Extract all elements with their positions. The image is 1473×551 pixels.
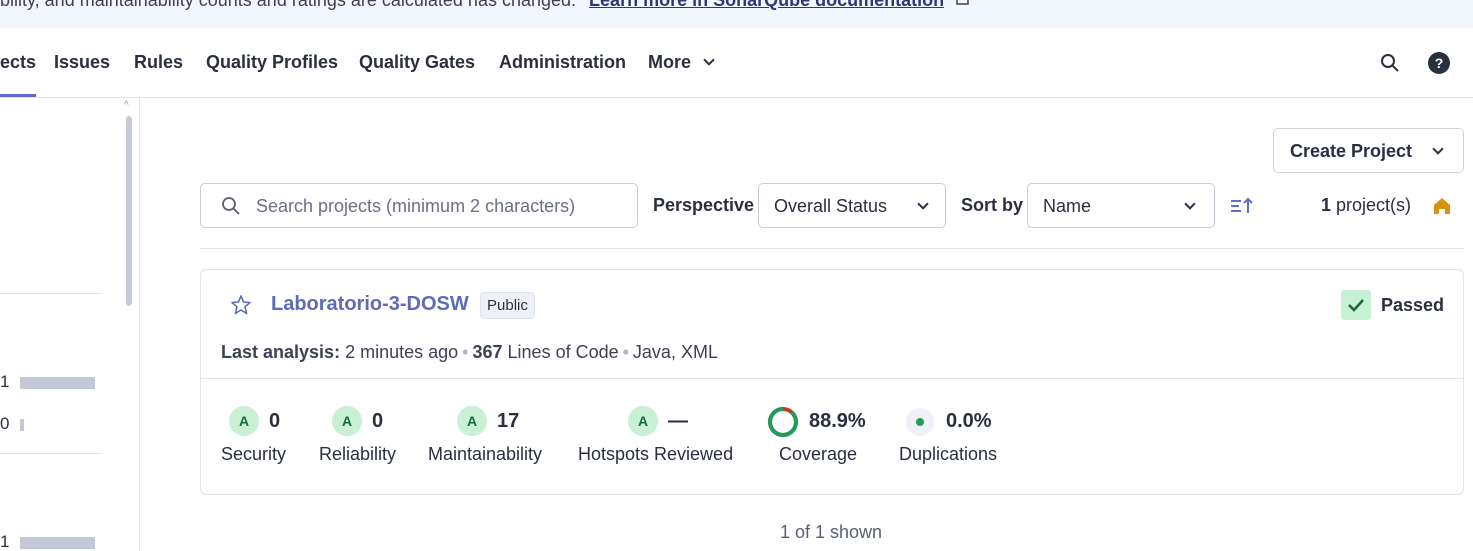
metric-label: Maintainability: [428, 444, 543, 464]
check-icon: [1348, 299, 1364, 312]
rating-badge: A: [628, 406, 658, 436]
quality-gate-badge: [1341, 290, 1371, 320]
project-name-link[interactable]: Laboratorio-3-DOSW: [271, 293, 469, 316]
nav-more-label: More: [648, 52, 692, 72]
external-link-icon: [956, 0, 969, 5]
perspective-select[interactable]: Overall Status: [758, 183, 946, 228]
home-icon[interactable]: [1432, 196, 1452, 216]
project-count: 1 project(s): [1321, 195, 1411, 216]
facet-bar: [20, 377, 95, 389]
banner-message: bility, and maintainability counts and r…: [0, 0, 577, 10]
project-search: [200, 183, 638, 228]
metric-label: Reliability: [319, 444, 397, 464]
chevron-down-icon: [1432, 143, 1444, 155]
star-icon[interactable]: [230, 294, 252, 316]
facet-count[interactable]: 1: [0, 372, 9, 392]
nav-issues[interactable]: Issues: [54, 52, 110, 73]
create-project-label: Create Project: [1290, 141, 1413, 161]
toolbar-divider: [200, 248, 1464, 249]
rating-badge: A: [332, 406, 362, 436]
nav-quality-profiles[interactable]: Quality Profiles: [206, 52, 338, 73]
perspective-value: Overall Status: [774, 196, 888, 216]
nav-rules[interactable]: Rules: [134, 52, 183, 73]
metric-value: 88.9%: [809, 410, 866, 432]
sidebar-scrollbar[interactable]: [126, 116, 132, 306]
sort-direction-icon[interactable]: [1230, 196, 1254, 216]
metric-value: 0: [269, 410, 281, 432]
sidebar-divider: [0, 453, 102, 454]
metric-value: 0: [372, 410, 384, 432]
chevron-down-icon: [1184, 198, 1196, 210]
top-nav: ects Issues Rules Quality Profiles Quali…: [0, 28, 1473, 98]
metric-label: Security: [221, 444, 287, 464]
sort-select[interactable]: Name: [1027, 183, 1215, 228]
search-icon[interactable]: [1380, 53, 1400, 73]
card-divider: [201, 378, 1463, 379]
shown-count: 1 of 1 shown: [780, 522, 883, 542]
visibility-badge: Public: [480, 292, 535, 319]
project-count-suffix: project(s): [1336, 195, 1412, 215]
metric-label: Hotspots Reviewed: [578, 444, 734, 464]
perspective-label: Perspective: [653, 195, 755, 215]
rating-badge: A: [229, 406, 259, 436]
facet-count[interactable]: 0: [0, 414, 9, 434]
facet-bar: [20, 537, 95, 549]
sort-by-label: Sort by: [961, 195, 1024, 215]
lines-label: Lines of Code: [507, 342, 619, 362]
chevron-down-icon: [703, 54, 715, 66]
search-icon: [222, 197, 240, 215]
languages: Java, XML: [632, 342, 718, 362]
last-analysis-label: Last analysis:: [221, 342, 341, 362]
quality-gate-status: Passed: [1381, 295, 1445, 315]
banner-doc-link[interactable]: Learn more in SonarQube documentation: [589, 0, 944, 10]
banner-text: bility, and maintainability counts and r…: [0, 0, 971, 11]
last-analysis-value: 2 minutes ago: [345, 342, 459, 362]
metric-label: Coverage: [779, 444, 858, 464]
metric-value: —: [668, 410, 688, 432]
coverage-ring-icon: [768, 407, 798, 437]
nav-projects[interactable]: ects: [0, 52, 36, 73]
chevron-down-icon: [917, 198, 929, 210]
help-icon[interactable]: ?: [1428, 52, 1450, 74]
nav-active-indicator: [0, 94, 36, 97]
sort-value: Name: [1043, 196, 1092, 216]
project-count-number: 1: [1321, 195, 1332, 215]
create-project-button[interactable]: Create Project: [1273, 128, 1464, 173]
rating-badge: A: [457, 406, 487, 436]
nav-more[interactable]: More: [648, 52, 715, 73]
project-meta: Last analysis: 2 minutes ago • 367 Lines o…: [221, 342, 718, 362]
duplications-icon: [906, 408, 934, 436]
search-input[interactable]: [256, 194, 626, 218]
metric-value: 0.0%: [946, 410, 992, 432]
facet-bar: [20, 419, 24, 431]
filters-sidebar: ^ 1 0 1: [0, 98, 140, 551]
info-banner: bility, and maintainability counts and r…: [0, 0, 1473, 28]
nav-administration[interactable]: Administration: [499, 52, 626, 73]
nav-quality-gates[interactable]: Quality Gates: [359, 52, 475, 73]
project-card: Laboratorio-3-DOSW Public Passed Last an…: [200, 269, 1464, 495]
scroll-up-icon[interactable]: ^: [124, 100, 129, 111]
facet-count[interactable]: 1: [0, 532, 9, 551]
sidebar-divider: [0, 293, 102, 294]
metric-label: Duplications: [899, 444, 998, 464]
metric-value: 17: [497, 410, 520, 432]
lines-count: 367: [472, 342, 503, 362]
